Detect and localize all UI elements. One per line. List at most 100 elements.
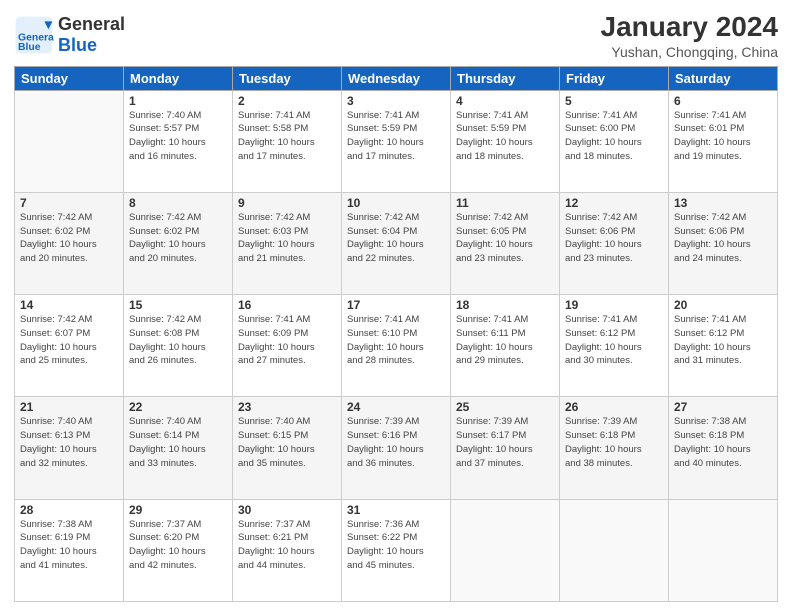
logo-general: General <box>58 14 125 34</box>
day-number: 1 <box>129 94 227 108</box>
day-cell: 5Sunrise: 7:41 AM Sunset: 6:00 PM Daylig… <box>560 90 669 192</box>
day-details: Sunrise: 7:39 AM Sunset: 6:17 PM Dayligh… <box>456 415 554 470</box>
day-number: 22 <box>129 400 227 414</box>
day-number: 3 <box>347 94 445 108</box>
day-cell: 30Sunrise: 7:37 AM Sunset: 6:21 PM Dayli… <box>233 499 342 601</box>
day-number: 27 <box>674 400 772 414</box>
day-details: Sunrise: 7:37 AM Sunset: 6:21 PM Dayligh… <box>238 518 336 573</box>
day-cell <box>560 499 669 601</box>
month-title: January 2024 <box>601 10 778 44</box>
day-number: 19 <box>565 298 663 312</box>
day-details: Sunrise: 7:39 AM Sunset: 6:16 PM Dayligh… <box>347 415 445 470</box>
col-friday: Friday <box>560 66 669 90</box>
week-row-5: 28Sunrise: 7:38 AM Sunset: 6:19 PM Dayli… <box>15 499 778 601</box>
day-details: Sunrise: 7:40 AM Sunset: 6:13 PM Dayligh… <box>20 415 118 470</box>
svg-text:Blue: Blue <box>18 42 41 53</box>
calendar-container: General Blue General Blue January 2024 Y… <box>0 0 792 612</box>
day-number: 8 <box>129 196 227 210</box>
day-cell: 23Sunrise: 7:40 AM Sunset: 6:15 PM Dayli… <box>233 397 342 499</box>
day-number: 14 <box>20 298 118 312</box>
col-wednesday: Wednesday <box>342 66 451 90</box>
week-row-4: 21Sunrise: 7:40 AM Sunset: 6:13 PM Dayli… <box>15 397 778 499</box>
col-sunday: Sunday <box>15 66 124 90</box>
week-row-3: 14Sunrise: 7:42 AM Sunset: 6:07 PM Dayli… <box>15 295 778 397</box>
calendar-table: Sunday Monday Tuesday Wednesday Thursday… <box>14 66 778 602</box>
col-tuesday: Tuesday <box>233 66 342 90</box>
day-cell: 20Sunrise: 7:41 AM Sunset: 6:12 PM Dayli… <box>669 295 778 397</box>
day-cell: 3Sunrise: 7:41 AM Sunset: 5:59 PM Daylig… <box>342 90 451 192</box>
day-details: Sunrise: 7:42 AM Sunset: 6:02 PM Dayligh… <box>129 211 227 266</box>
day-number: 21 <box>20 400 118 414</box>
day-number: 28 <box>20 503 118 517</box>
day-details: Sunrise: 7:41 AM Sunset: 5:59 PM Dayligh… <box>456 109 554 164</box>
day-details: Sunrise: 7:42 AM Sunset: 6:06 PM Dayligh… <box>674 211 772 266</box>
calendar-body: 1Sunrise: 7:40 AM Sunset: 5:57 PM Daylig… <box>15 90 778 601</box>
day-cell: 6Sunrise: 7:41 AM Sunset: 6:01 PM Daylig… <box>669 90 778 192</box>
day-details: Sunrise: 7:41 AM Sunset: 6:10 PM Dayligh… <box>347 313 445 368</box>
day-cell: 8Sunrise: 7:42 AM Sunset: 6:02 PM Daylig… <box>124 192 233 294</box>
day-number: 20 <box>674 298 772 312</box>
location-subtitle: Yushan, Chongqing, China <box>601 44 778 60</box>
day-details: Sunrise: 7:41 AM Sunset: 6:00 PM Dayligh… <box>565 109 663 164</box>
day-cell: 7Sunrise: 7:42 AM Sunset: 6:02 PM Daylig… <box>15 192 124 294</box>
header: General Blue General Blue January 2024 Y… <box>14 10 778 60</box>
day-details: Sunrise: 7:42 AM Sunset: 6:07 PM Dayligh… <box>20 313 118 368</box>
day-cell: 12Sunrise: 7:42 AM Sunset: 6:06 PM Dayli… <box>560 192 669 294</box>
day-details: Sunrise: 7:41 AM Sunset: 6:11 PM Dayligh… <box>456 313 554 368</box>
day-number: 12 <box>565 196 663 210</box>
day-cell: 1Sunrise: 7:40 AM Sunset: 5:57 PM Daylig… <box>124 90 233 192</box>
day-number: 4 <box>456 94 554 108</box>
day-cell: 13Sunrise: 7:42 AM Sunset: 6:06 PM Dayli… <box>669 192 778 294</box>
day-cell <box>15 90 124 192</box>
day-details: Sunrise: 7:40 AM Sunset: 6:15 PM Dayligh… <box>238 415 336 470</box>
day-cell: 16Sunrise: 7:41 AM Sunset: 6:09 PM Dayli… <box>233 295 342 397</box>
day-cell: 27Sunrise: 7:38 AM Sunset: 6:18 PM Dayli… <box>669 397 778 499</box>
day-cell: 4Sunrise: 7:41 AM Sunset: 5:59 PM Daylig… <box>451 90 560 192</box>
day-number: 6 <box>674 94 772 108</box>
day-details: Sunrise: 7:42 AM Sunset: 6:05 PM Dayligh… <box>456 211 554 266</box>
logo: General Blue General Blue <box>14 14 125 56</box>
day-details: Sunrise: 7:41 AM Sunset: 6:09 PM Dayligh… <box>238 313 336 368</box>
day-number: 13 <box>674 196 772 210</box>
day-cell: 19Sunrise: 7:41 AM Sunset: 6:12 PM Dayli… <box>560 295 669 397</box>
day-details: Sunrise: 7:41 AM Sunset: 5:59 PM Dayligh… <box>347 109 445 164</box>
logo-icon: General Blue <box>14 15 54 55</box>
day-number: 15 <box>129 298 227 312</box>
day-details: Sunrise: 7:41 AM Sunset: 6:01 PM Dayligh… <box>674 109 772 164</box>
day-number: 29 <box>129 503 227 517</box>
day-cell: 21Sunrise: 7:40 AM Sunset: 6:13 PM Dayli… <box>15 397 124 499</box>
day-cell: 22Sunrise: 7:40 AM Sunset: 6:14 PM Dayli… <box>124 397 233 499</box>
day-cell: 26Sunrise: 7:39 AM Sunset: 6:18 PM Dayli… <box>560 397 669 499</box>
day-cell <box>669 499 778 601</box>
day-cell: 2Sunrise: 7:41 AM Sunset: 5:58 PM Daylig… <box>233 90 342 192</box>
day-cell: 14Sunrise: 7:42 AM Sunset: 6:07 PM Dayli… <box>15 295 124 397</box>
day-details: Sunrise: 7:42 AM Sunset: 6:04 PM Dayligh… <box>347 211 445 266</box>
day-number: 2 <box>238 94 336 108</box>
day-cell: 28Sunrise: 7:38 AM Sunset: 6:19 PM Dayli… <box>15 499 124 601</box>
day-number: 9 <box>238 196 336 210</box>
day-details: Sunrise: 7:42 AM Sunset: 6:06 PM Dayligh… <box>565 211 663 266</box>
day-number: 18 <box>456 298 554 312</box>
day-number: 25 <box>456 400 554 414</box>
week-row-2: 7Sunrise: 7:42 AM Sunset: 6:02 PM Daylig… <box>15 192 778 294</box>
day-details: Sunrise: 7:36 AM Sunset: 6:22 PM Dayligh… <box>347 518 445 573</box>
title-block: January 2024 Yushan, Chongqing, China <box>601 10 778 60</box>
day-number: 10 <box>347 196 445 210</box>
logo-blue: Blue <box>58 35 97 55</box>
col-monday: Monday <box>124 66 233 90</box>
day-details: Sunrise: 7:40 AM Sunset: 6:14 PM Dayligh… <box>129 415 227 470</box>
day-cell: 10Sunrise: 7:42 AM Sunset: 6:04 PM Dayli… <box>342 192 451 294</box>
day-cell <box>451 499 560 601</box>
day-number: 7 <box>20 196 118 210</box>
day-number: 26 <box>565 400 663 414</box>
day-number: 5 <box>565 94 663 108</box>
day-details: Sunrise: 7:38 AM Sunset: 6:18 PM Dayligh… <box>674 415 772 470</box>
day-cell: 25Sunrise: 7:39 AM Sunset: 6:17 PM Dayli… <box>451 397 560 499</box>
day-cell: 24Sunrise: 7:39 AM Sunset: 6:16 PM Dayli… <box>342 397 451 499</box>
day-details: Sunrise: 7:42 AM Sunset: 6:02 PM Dayligh… <box>20 211 118 266</box>
day-cell: 15Sunrise: 7:42 AM Sunset: 6:08 PM Dayli… <box>124 295 233 397</box>
day-number: 11 <box>456 196 554 210</box>
day-cell: 17Sunrise: 7:41 AM Sunset: 6:10 PM Dayli… <box>342 295 451 397</box>
day-cell: 29Sunrise: 7:37 AM Sunset: 6:20 PM Dayli… <box>124 499 233 601</box>
day-cell: 11Sunrise: 7:42 AM Sunset: 6:05 PM Dayli… <box>451 192 560 294</box>
